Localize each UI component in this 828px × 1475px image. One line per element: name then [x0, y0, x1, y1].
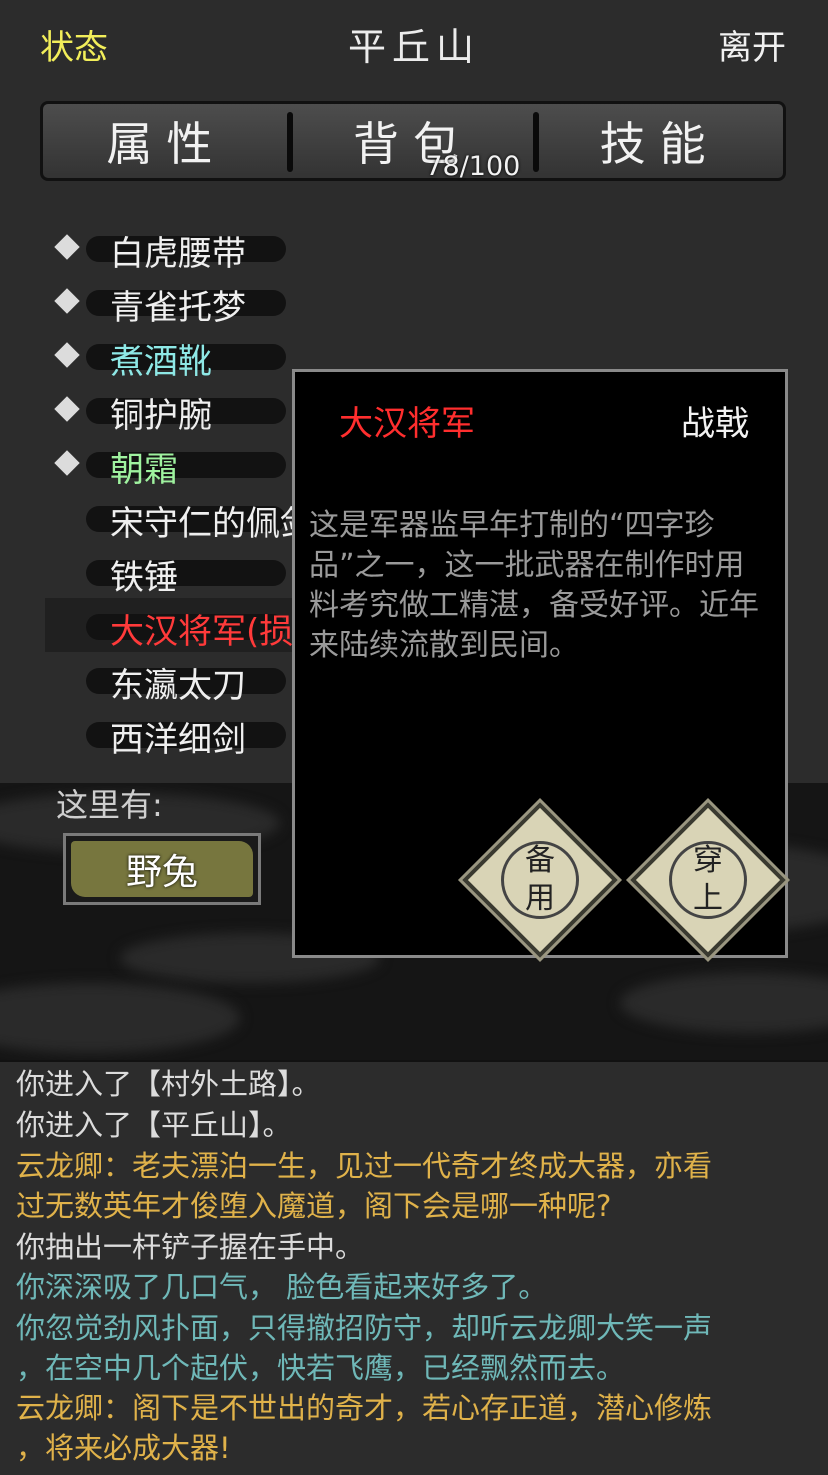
log-line: 你抽出一杆铲子握在手中。	[16, 1230, 365, 1264]
item-label: 朝霜	[110, 450, 178, 490]
item-label: 东瀛太刀	[110, 666, 246, 706]
item-label: 大汉将军(损)	[110, 612, 307, 652]
equip-char-1: 穿	[693, 843, 723, 878]
tab-skills[interactable]: 技能	[533, 104, 783, 178]
backpack-capacity: 78/100	[425, 151, 521, 182]
reserve-char-1: 备	[525, 843, 555, 878]
equipped-diamond-icon	[54, 342, 80, 368]
reserve-char-2: 用	[525, 881, 555, 916]
log-line: 你进入了【平丘山】。	[16, 1108, 292, 1142]
log-line: ，在空中几个起伏，快若飞鹰，已经飘然而去。	[16, 1351, 626, 1385]
cloud-decoration	[0, 983, 240, 1053]
item-label: 白虎腰带	[110, 234, 246, 274]
log-line: 云龙卿：老夫漂泊一生，见过一代奇才终成大器，亦看	[16, 1149, 713, 1183]
tab-label: 属性	[106, 117, 227, 171]
npc-label: 野兔	[71, 841, 253, 897]
item-type: 战戟	[681, 404, 749, 444]
list-item[interactable]: 青雀托梦	[0, 276, 828, 330]
leave-button[interactable]: 离开	[718, 20, 786, 69]
log-line: ，将来必成大器!	[16, 1431, 231, 1465]
message-log[interactable]: 你进入了【村外土路】。 你进入了【平丘山】。 云龙卿：老夫漂泊一生，见过一代奇才…	[0, 1060, 828, 1475]
equip-char-2: 上	[693, 881, 723, 916]
item-label: 煮酒靴	[110, 342, 212, 382]
npc-button[interactable]: 野兔	[63, 833, 261, 905]
equipped-diamond-icon	[54, 450, 80, 476]
tab-bar: 属性 背包 78/100 技能	[40, 101, 786, 182]
item-label: 西洋细剑	[110, 720, 246, 760]
cloud-decoration	[620, 973, 828, 1033]
equipped-diamond-icon	[54, 234, 80, 260]
item-detail-popup: 大汉将军 战戟 这是军器监早年打制的“四字珍品”之一，这一批武器在制作时用料考究…	[292, 369, 788, 958]
tab-attributes[interactable]: 属性	[43, 104, 290, 178]
log-line: 过无数英年才俊堕入魔道，阁下会是哪一种呢?	[16, 1189, 612, 1223]
item-label: 青雀托梦	[110, 288, 246, 328]
item-label: 宋守仁的佩剑	[110, 504, 314, 544]
item-label: 铁锤	[110, 558, 178, 598]
log-line: 你忽觉劲风扑面，只得撤招防守，却听云龙卿大笑一声	[16, 1311, 713, 1345]
here-label: 这里有:	[56, 786, 163, 824]
log-line: 你进入了【村外土路】。	[16, 1067, 321, 1101]
item-label: 铜护腕	[110, 396, 212, 436]
reserve-button[interactable]: 备 用	[462, 802, 618, 958]
list-item[interactable]: 白虎腰带	[0, 222, 828, 276]
equipped-diamond-icon	[54, 396, 80, 422]
item-description: 这是军器监早年打制的“四字珍品”之一，这一批武器在制作时用料考究做工精湛，备受好…	[309, 508, 759, 663]
location-title: 平丘山	[347, 25, 480, 69]
reserve-button-label: 备 用	[485, 825, 595, 935]
tab-label: 技能	[599, 117, 720, 171]
log-line: 你深深吸了几口气， 脸色看起来好多了。	[16, 1270, 548, 1304]
equip-button-label: 穿 上	[653, 825, 763, 935]
log-line: 云龙卿：阁下是不世出的奇才，若心存正道，潜心修炼	[16, 1391, 713, 1425]
equipped-diamond-icon	[54, 288, 80, 314]
equip-button[interactable]: 穿 上	[630, 802, 786, 958]
item-name: 大汉将军	[339, 404, 475, 444]
tab-backpack[interactable]: 背包 78/100	[286, 104, 537, 182]
